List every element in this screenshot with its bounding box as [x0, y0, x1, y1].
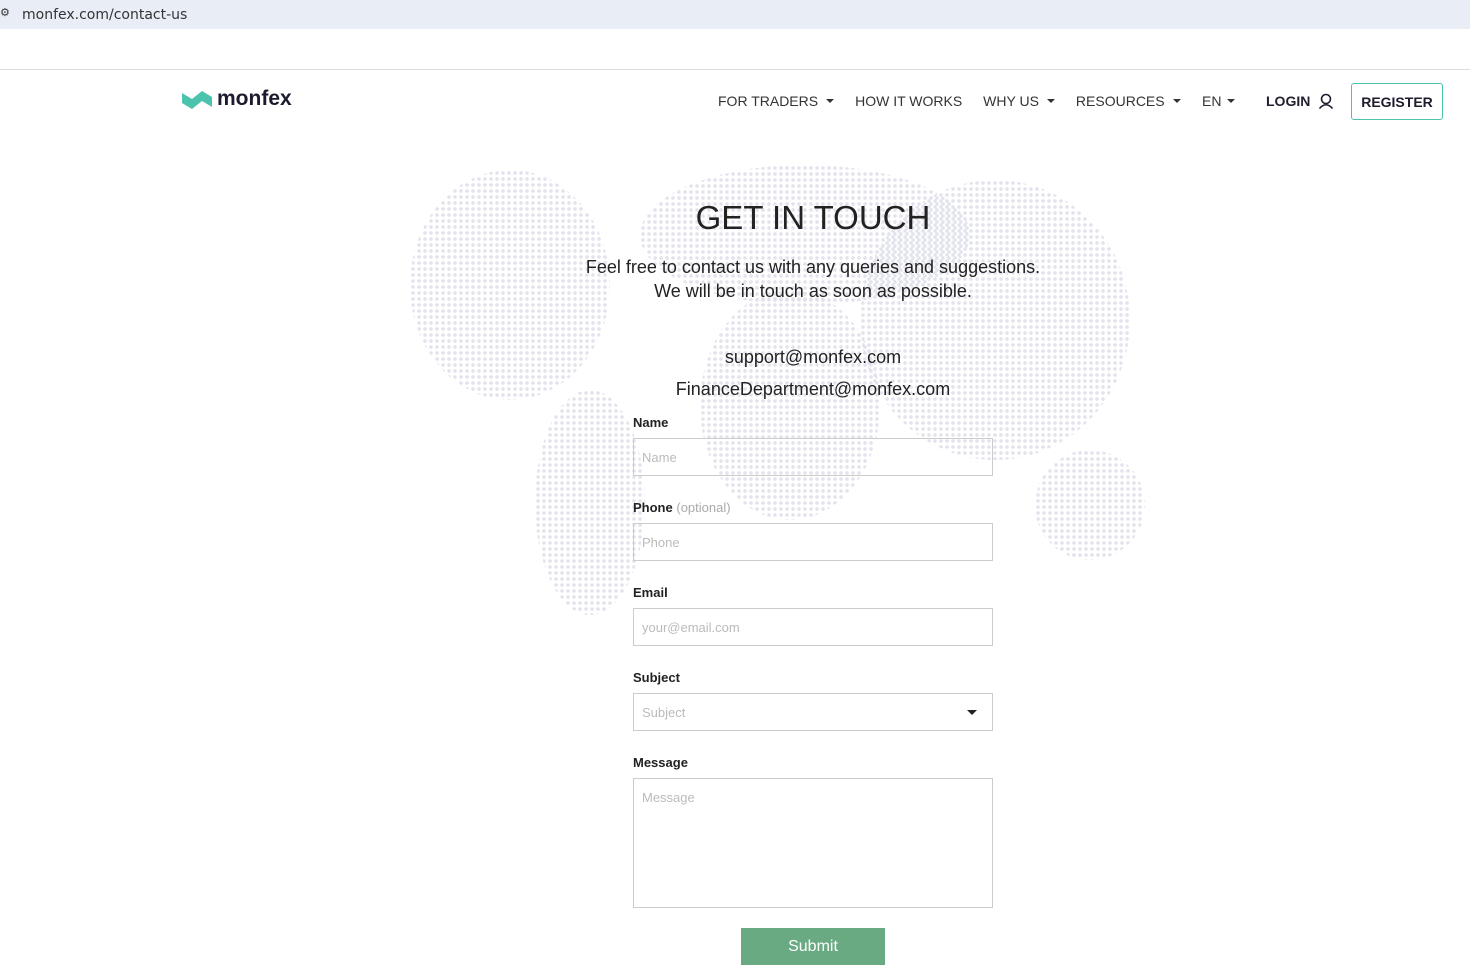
subject-placeholder: Subject	[642, 704, 686, 720]
nav-why-us[interactable]: WHY US	[983, 93, 1055, 109]
site-settings-icon[interactable]: ⚙	[0, 6, 10, 19]
optional-hint: (optional)	[676, 500, 731, 515]
nav-label: WHY US	[983, 93, 1039, 109]
url-text: monfex.com/contact-us	[22, 6, 188, 23]
subtitle-line: We will be in touch as soon as possible.	[654, 281, 972, 301]
message-label: Message	[633, 755, 688, 770]
user-icon	[1319, 93, 1334, 109]
finance-email[interactable]: FinanceDepartment@monfex.com	[0, 379, 1470, 400]
divider	[0, 69, 1470, 70]
message-textarea[interactable]: Message	[633, 778, 993, 908]
nav-how-it-works[interactable]: HOW IT WORKS	[855, 93, 962, 109]
login-label: LOGIN	[1266, 93, 1311, 109]
subtitle: Feel free to contact us with any queries…	[0, 255, 1470, 303]
nav-label: RESOURCES	[1075, 93, 1165, 109]
name-label: Name	[633, 415, 669, 430]
logo-text: monfex	[217, 87, 292, 110]
lang-label: EN	[1202, 93, 1222, 109]
email-input[interactable]: your@email.com	[633, 608, 993, 646]
world-map-dots	[1035, 450, 1145, 560]
main-nav: FOR TRADERS HOW IT WORKS WHY US RESOURCE…	[718, 93, 1202, 109]
register-button[interactable]: REGISTER	[1351, 83, 1443, 120]
subject-label: Subject	[633, 670, 680, 685]
caret-down-icon	[1172, 99, 1181, 103]
nav-for-traders[interactable]: FOR TRADERS	[718, 93, 835, 109]
email-label: Email	[633, 585, 668, 600]
support-email[interactable]: support@monfex.com	[0, 347, 1470, 368]
logo[interactable]: monfex	[182, 87, 292, 111]
address-bar[interactable]: ⚙ monfex.com/contact-us	[0, 0, 1470, 29]
world-map-dots	[535, 390, 645, 615]
subtitle-line: Feel free to contact us with any queries…	[585, 257, 1041, 277]
contact-form: Name Name Phone (optional) Phone Email y…	[633, 415, 993, 932]
caret-down-icon	[967, 710, 977, 715]
caret-down-icon	[826, 99, 835, 103]
nav-label: FOR TRADERS	[718, 93, 819, 109]
nav-label: HOW IT WORKS	[855, 93, 963, 109]
name-input[interactable]: Name	[633, 438, 993, 476]
caret-down-icon	[1227, 99, 1236, 103]
submit-button[interactable]: Submit	[741, 928, 885, 965]
login-link[interactable]: LOGIN	[1266, 93, 1334, 109]
nav-resources[interactable]: RESOURCES	[1076, 93, 1181, 109]
caret-down-icon	[1046, 99, 1055, 103]
phone-input[interactable]: Phone	[633, 523, 993, 561]
logo-icon	[182, 91, 212, 109]
subject-select[interactable]: Subject	[633, 693, 993, 731]
language-selector[interactable]: EN	[1202, 93, 1236, 109]
phone-label: Phone (optional)	[633, 500, 993, 515]
page-title: GET IN TOUCH	[695, 199, 931, 236]
phone-label-text: Phone	[633, 500, 673, 515]
